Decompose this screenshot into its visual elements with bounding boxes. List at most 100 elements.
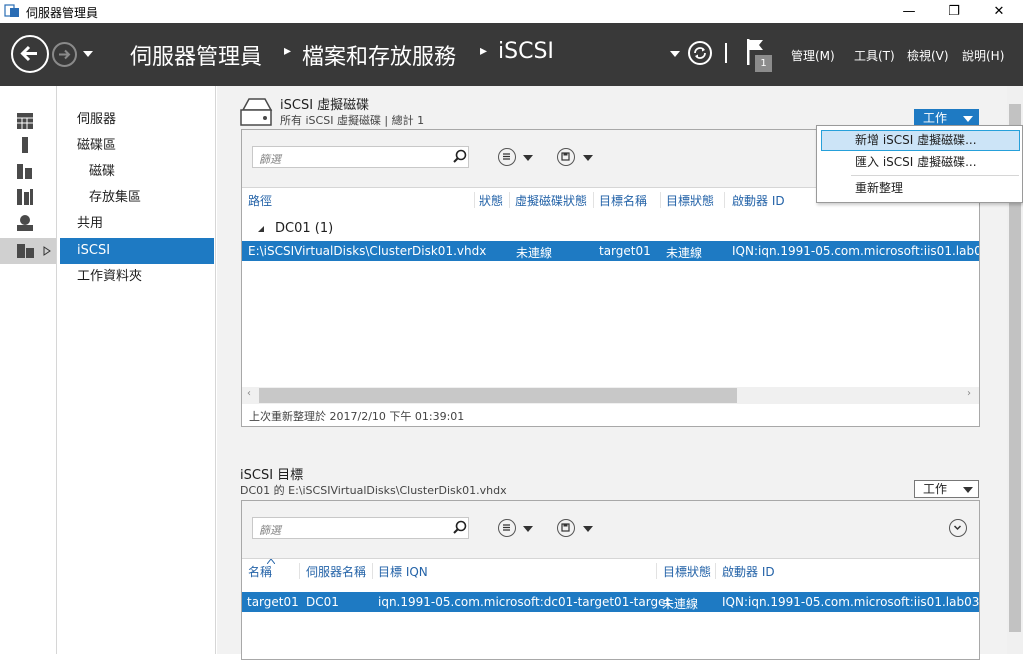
- search-icon[interactable]: [453, 149, 467, 163]
- maximize-button[interactable]: ❐: [931, 0, 977, 23]
- menu-help[interactable]: 說明(H): [962, 47, 1004, 64]
- close-button[interactable]: ✕: [976, 0, 1022, 23]
- column-separator: [656, 563, 657, 579]
- history-dropdown-icon[interactable]: [83, 51, 93, 57]
- cell-server: DC01: [306, 595, 339, 609]
- cell-target-status: 未連線: [666, 246, 703, 260]
- nav-item-disks[interactable]: 磁碟: [60, 159, 214, 185]
- nav-item-work-folders[interactable]: 工作資料夾: [60, 264, 214, 290]
- nav-item-storage-pools[interactable]: 存放集區: [60, 185, 214, 211]
- target-filter-bar: 篩選: [242, 501, 979, 559]
- arrow-left-icon: [20, 45, 37, 62]
- menu-item-new-vdisk[interactable]: 新增 iSCSI 虛擬磁碟...: [821, 130, 1020, 151]
- save-query-icon[interactable]: [557, 148, 575, 166]
- column-header-status[interactable]: 狀態: [479, 192, 503, 209]
- view-options-icon[interactable]: [498, 148, 516, 166]
- search-icon[interactable]: [453, 520, 467, 534]
- nav-item-volumes[interactable]: 磁碟區: [60, 133, 214, 159]
- iis-icon[interactable]: [16, 214, 34, 232]
- scroll-left-icon[interactable]: ‹: [247, 388, 251, 399]
- menu-view[interactable]: 檢視(V): [907, 47, 949, 64]
- column-separator: [724, 192, 725, 208]
- column-header-target-status[interactable]: 目標狀態: [666, 192, 714, 209]
- menu-manage[interactable]: 管理(M): [791, 47, 835, 64]
- tasks-label: 工作: [923, 111, 948, 125]
- forward-button[interactable]: [52, 42, 77, 67]
- nav-item-shares[interactable]: 共用: [60, 211, 214, 237]
- vdisk-filter-input[interactable]: 篩選: [252, 146, 469, 168]
- column-header-server-name[interactable]: 伺服器名稱: [306, 563, 366, 580]
- column-header-initiator-id[interactable]: 啟動器 ID: [722, 563, 775, 580]
- title-bar: 伺服器管理員 — ❐ ✕: [0, 0, 1023, 23]
- vdisk-tile-subtitle: 所有 iSCSI 虛擬磁碟 | 總計 1: [280, 114, 425, 127]
- table-row[interactable]: target01 DC01 iqn.1991-05.com.microsoft:…: [242, 592, 979, 612]
- menu-tools[interactable]: 工具(T): [854, 47, 895, 64]
- scrollbar-thumb[interactable]: [259, 388, 737, 403]
- notifications-button[interactable]: 1: [745, 37, 775, 73]
- local-server-icon[interactable]: [16, 136, 34, 154]
- target-tile-title: iSCSI 目標: [240, 468, 304, 483]
- column-header-target-name[interactable]: 目標名稱: [599, 192, 647, 209]
- menu-item-refresh[interactable]: 重新整理: [821, 178, 1020, 199]
- column-separator: [474, 192, 475, 208]
- cell-target-status: 未連線: [662, 597, 699, 611]
- file-services-icon: [17, 244, 34, 258]
- tasks-label: 工作: [923, 482, 948, 496]
- refresh-icon: [694, 47, 706, 59]
- file-services-rail-item[interactable]: [0, 238, 56, 264]
- last-refresh-text: 上次重新整理於 2017/2/10 下午 01:39:01: [249, 410, 465, 423]
- chevron-down-icon[interactable]: [523, 526, 533, 532]
- menu-separator: [851, 175, 1019, 176]
- virtual-disk-icon: [240, 98, 273, 126]
- target-tasks-button[interactable]: 工作: [914, 480, 979, 498]
- notification-badge: 1: [755, 55, 772, 72]
- column-separator: [299, 563, 300, 579]
- group-header[interactable]: DC01 (1): [275, 221, 333, 236]
- nav-item-servers[interactable]: 伺服器: [60, 107, 214, 133]
- column-header-vdisk-status[interactable]: 虛擬磁碟狀態: [515, 192, 587, 209]
- scroll-right-icon[interactable]: ›: [967, 388, 971, 399]
- nav-item-iscsi[interactable]: iSCSI: [60, 238, 214, 264]
- chevron-down-icon[interactable]: [583, 155, 593, 161]
- breadcrumb-root[interactable]: 伺服器管理員: [130, 39, 262, 71]
- all-servers-icon[interactable]: [16, 162, 34, 180]
- file-storage-icon[interactable]: [16, 188, 34, 206]
- refresh-button[interactable]: [688, 41, 712, 65]
- view-options-icon[interactable]: [498, 519, 516, 537]
- breadcrumb-dropdown-icon[interactable]: [670, 51, 680, 57]
- column-header-initiator-id[interactable]: 啟動器 ID: [732, 192, 785, 209]
- column-header-target-status[interactable]: 目標狀態: [663, 563, 711, 580]
- window-title: 伺服器管理員: [26, 6, 99, 20]
- breadcrumb-section[interactable]: 檔案和存放服務: [302, 39, 456, 71]
- breadcrumb-separator: ▸: [480, 43, 488, 59]
- cell-path: E:\iSCSIVirtualDisks\ClusterDisk01.vhdx: [248, 244, 487, 258]
- menu-item-import-vdisk[interactable]: 匯入 iSCSI 虛擬磁碟...: [821, 152, 1020, 173]
- server-manager-icon: [4, 4, 19, 17]
- cell-target-name: target01: [599, 244, 651, 258]
- collapse-tile-icon[interactable]: [949, 519, 967, 537]
- expand-arrow-icon: [43, 246, 51, 256]
- cell-initiator-id: IQN:iqn.1991-05.com.microsoft:iis01.lab0…: [732, 244, 979, 258]
- minimize-button[interactable]: —: [886, 0, 932, 23]
- back-button[interactable]: [11, 35, 49, 73]
- navigation-pane: 伺服器 磁碟區 磁碟 存放集區 共用 iSCSI 工作資料夾: [57, 86, 216, 654]
- vdisk-tile-title: iSCSI 虛擬磁碟: [280, 98, 370, 113]
- chevron-down-icon[interactable]: [523, 155, 533, 161]
- breadcrumb-current: iSCSI: [498, 39, 554, 64]
- column-separator: [593, 192, 594, 208]
- chevron-down-icon: [963, 487, 973, 493]
- cell-target-iqn: iqn.1991-05.com.microsoft:dc01-target01-…: [378, 595, 671, 609]
- column-header-target-iqn[interactable]: 目標 IQN: [378, 563, 428, 580]
- collapse-triangle-icon[interactable]: [257, 225, 265, 233]
- dashboard-icon[interactable]: [16, 112, 34, 130]
- column-header-path[interactable]: 路徑: [248, 192, 272, 209]
- horizontal-scrollbar[interactable]: ‹ ›: [242, 387, 979, 404]
- column-separator: [509, 192, 510, 208]
- save-query-icon[interactable]: [557, 519, 575, 537]
- table-row[interactable]: E:\iSCSIVirtualDisks\ClusterDisk01.vhdx …: [242, 241, 979, 261]
- target-filter-input[interactable]: 篩選: [252, 517, 469, 539]
- column-header-name[interactable]: 名稱: [248, 563, 272, 580]
- cell-name: target01: [247, 595, 299, 609]
- breadcrumb-separator: ▸: [284, 43, 292, 59]
- chevron-down-icon[interactable]: [583, 526, 593, 532]
